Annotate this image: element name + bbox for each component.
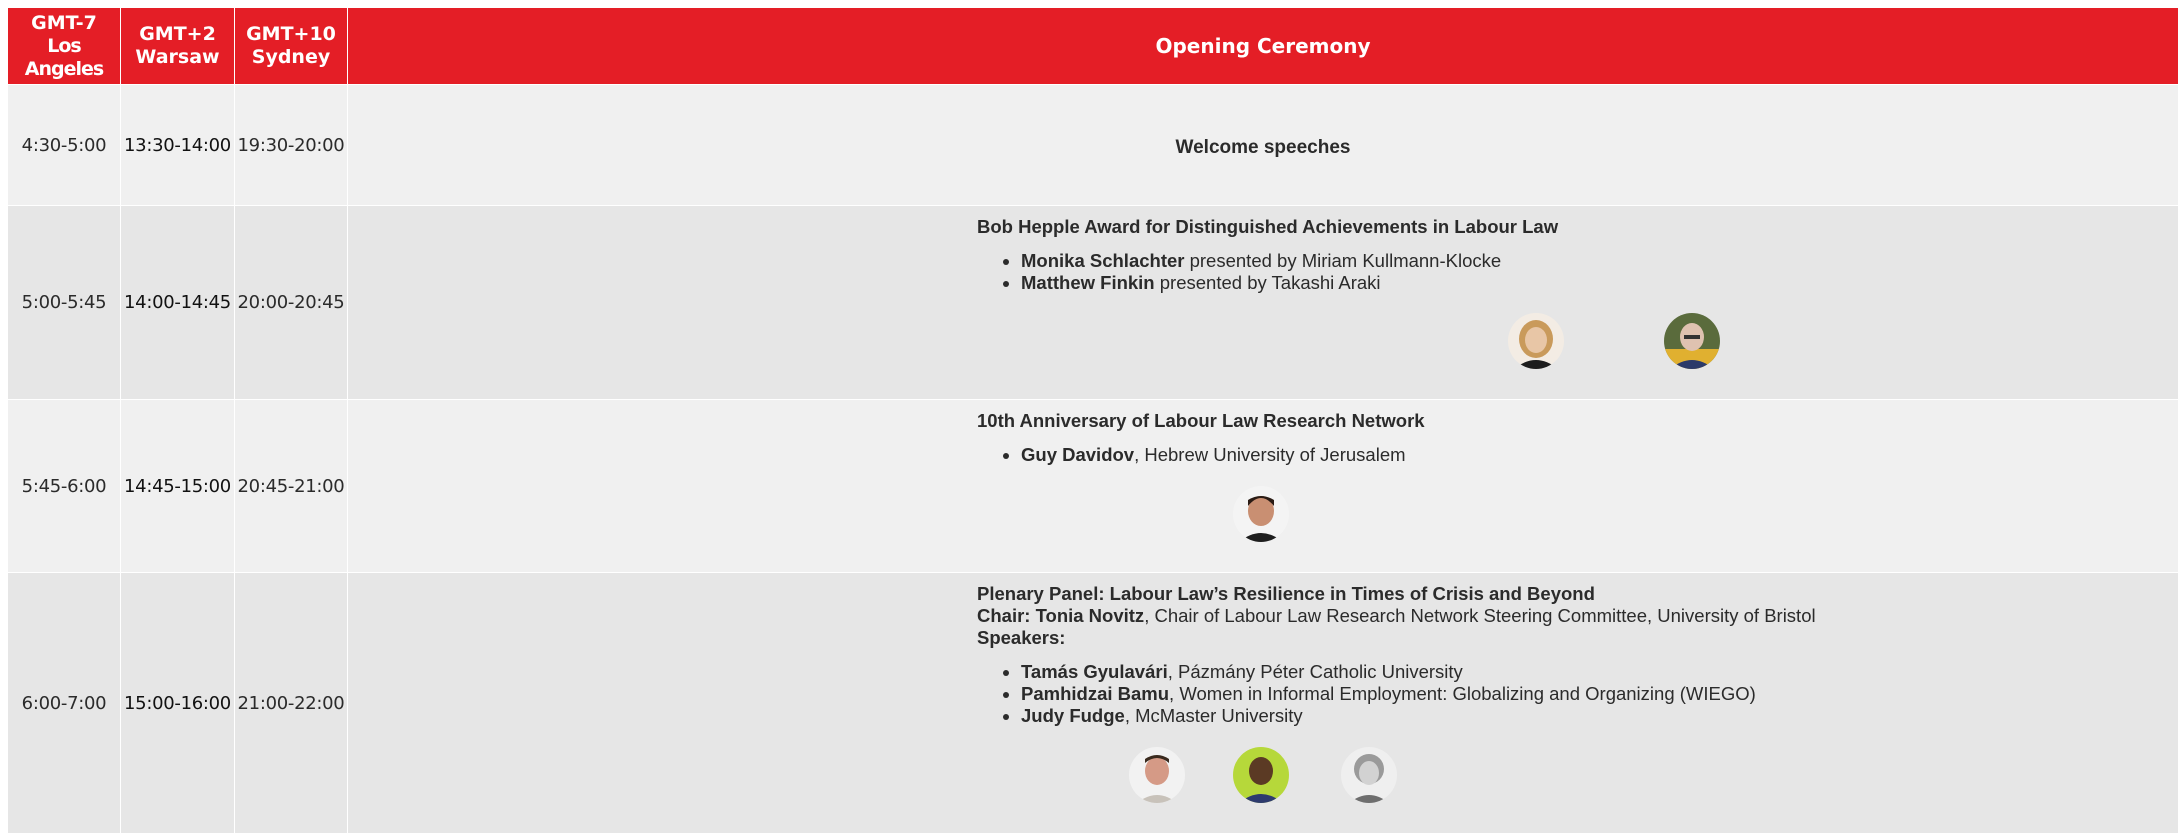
person-detail: , Hebrew University of Jerusalem <box>1134 444 1406 465</box>
time-sydney: 19:30-20:00 <box>234 84 348 206</box>
session-cell: 10th Anniversary of Labour Law Research … <box>347 399 2179 573</box>
person-name: Pamhidzai Bamu <box>1021 683 1170 704</box>
chair-label: Chair: Tonia Novitz <box>977 605 1145 626</box>
person-detail: , Women in Informal Employment: Globaliz… <box>1169 683 1756 704</box>
person-name: Guy Davidov <box>1021 444 1135 465</box>
session-title: Welcome speeches <box>1175 137 1351 158</box>
speakers-label: Speakers: <box>977 627 1066 648</box>
header-row: GMT-7 Los Angeles GMT+2 Warsaw GMT+10 Sy… <box>7 7 2179 85</box>
avatar-monika-schlachter <box>1508 313 1564 369</box>
avatar-matthew-finkin <box>1664 313 1720 369</box>
time-warsaw: 13:30-14:00 <box>120 84 235 206</box>
list-item: Monika Schlachter presented by Miriam Ku… <box>1021 250 2127 272</box>
session-cell: Bob Hepple Award for Distinguished Achie… <box>347 205 2179 400</box>
list-item: Tamás Gyulavári, Pázmány Péter Catholic … <box>1021 661 2127 683</box>
person-detail: , Pázmány Péter Catholic University <box>1167 661 1463 682</box>
session-cell: Welcome speeches <box>347 84 2179 206</box>
schedule-table: GMT-7 Los Angeles GMT+2 Warsaw GMT+10 Sy… <box>7 7 2179 834</box>
list-item: Judy Fudge, McMaster University <box>1021 705 2127 727</box>
table-row: 5:00-5:45 14:00-14:45 20:00-20:45 Bob He… <box>7 205 2179 400</box>
table-row: 5:45-6:00 14:45-15:00 20:45-21:00 10th A… <box>7 399 2179 573</box>
table-row: 6:00-7:00 15:00-16:00 21:00-22:00 Plenar… <box>7 572 2179 834</box>
time-la: 6:00-7:00 <box>7 572 121 834</box>
time-warsaw: 14:00-14:45 <box>120 205 235 400</box>
person-detail: presented by Miriam Kullmann-Klocke <box>1184 250 1502 271</box>
session-title: 10th Anniversary of Labour Law Research … <box>977 410 1425 431</box>
time-la: 5:00-5:45 <box>7 205 121 400</box>
tz-los-angeles-header: GMT-7 Los Angeles <box>7 7 121 85</box>
time-sydney: 20:45-21:00 <box>234 399 348 573</box>
speaker-list: Tamás Gyulavári, Pázmány Péter Catholic … <box>977 661 2127 727</box>
time-warsaw: 15:00-16:00 <box>120 572 235 834</box>
tz-offset: GMT+10 <box>246 23 336 45</box>
session-title-header: Opening Ceremony <box>347 7 2179 85</box>
chair-detail: , Chair of Labour Law Research Network S… <box>1144 605 1816 626</box>
schedule-table-wrapper: GMT-7 Los Angeles GMT+2 Warsaw GMT+10 Sy… <box>7 7 2179 834</box>
chair-line: Chair: Tonia Novitz, Chair of Labour Law… <box>977 605 2127 627</box>
award-list: Monika Schlachter presented by Miriam Ku… <box>977 250 2127 294</box>
tz-sydney-header: GMT+10 Sydney <box>234 7 348 85</box>
person-name: Tamás Gyulavári <box>1021 661 1168 682</box>
tz-city: Sydney <box>251 46 331 68</box>
time-sydney: 20:00-20:45 <box>234 205 348 400</box>
list-item: Pamhidzai Bamu, Women in Informal Employ… <box>1021 683 2127 705</box>
session-title: Plenary Panel: Labour Law’s Resilience i… <box>977 583 1595 604</box>
time-sydney: 21:00-22:00 <box>234 572 348 834</box>
tz-warsaw-header: GMT+2 Warsaw <box>120 7 235 85</box>
person-detail: , McMaster University <box>1124 705 1303 726</box>
tz-offset: GMT-7 <box>31 11 97 34</box>
avatar-pamhidzai-bamu <box>1233 747 1289 803</box>
list-item: Matthew Finkin presented by Takashi Arak… <box>1021 272 2127 294</box>
person-detail: presented by Takashi Araki <box>1154 272 1381 293</box>
speaker-list: Guy Davidov, Hebrew University of Jerusa… <box>977 444 2127 466</box>
person-name: Matthew Finkin <box>1021 272 1155 293</box>
time-warsaw: 14:45-15:00 <box>120 399 235 573</box>
table-row: 4:30-5:00 13:30-14:00 19:30-20:00 Welcom… <box>7 84 2179 206</box>
avatar-guy-davidov <box>1233 486 1289 542</box>
list-item: Guy Davidov, Hebrew University of Jerusa… <box>1021 444 2127 466</box>
time-la: 5:45-6:00 <box>7 399 121 573</box>
tz-city: Los Angeles <box>24 34 104 80</box>
person-name: Monika Schlachter <box>1021 250 1185 271</box>
session-title: Bob Hepple Award for Distinguished Achie… <box>977 216 1559 237</box>
tz-offset: GMT+2 <box>139 23 216 45</box>
tz-city: Warsaw <box>135 46 220 68</box>
person-name: Judy Fudge <box>1021 705 1125 726</box>
session-cell: Plenary Panel: Labour Law’s Resilience i… <box>347 572 2179 834</box>
avatar-judy-fudge <box>1341 747 1397 803</box>
avatar-tamas-gyulavari <box>1129 747 1185 803</box>
time-la: 4:30-5:00 <box>7 84 121 206</box>
